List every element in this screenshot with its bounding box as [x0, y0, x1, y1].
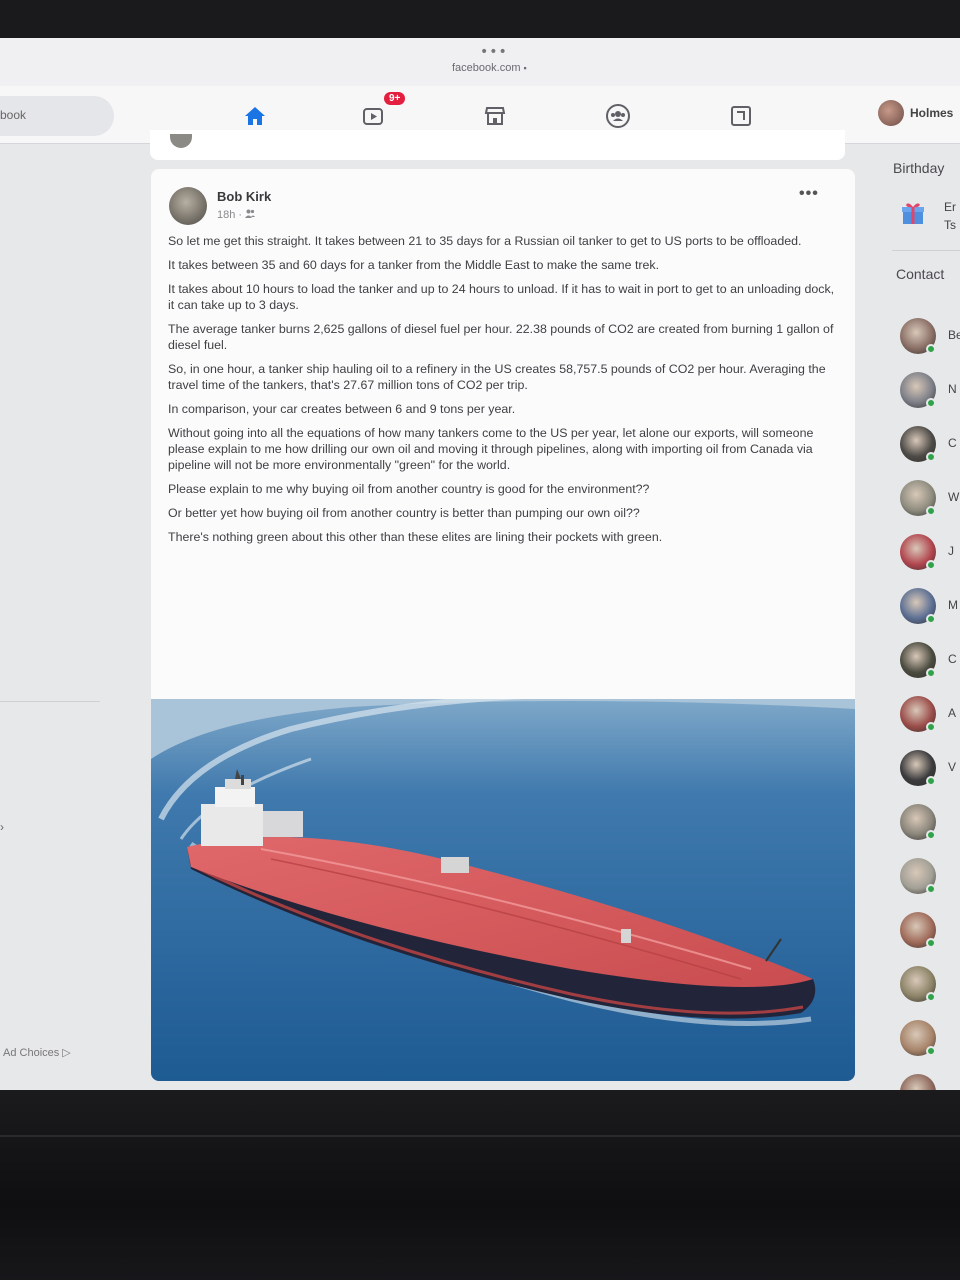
birthday-line: Er	[944, 200, 956, 214]
groups-icon[interactable]	[603, 102, 633, 130]
online-status-dot	[926, 722, 936, 732]
online-status-dot	[926, 344, 936, 354]
contact-name: M	[948, 598, 958, 612]
right-sidebar-divider	[892, 250, 960, 251]
search-placeholder: book	[0, 108, 27, 122]
contact-item[interactable]: M	[898, 586, 958, 626]
contact-name: V	[948, 760, 957, 774]
contact-item[interactable]	[898, 964, 938, 1004]
profile-avatar[interactable]	[878, 100, 904, 126]
url-text[interactable]: facebook.com ▪	[452, 62, 527, 74]
post-options-button[interactable]: •••	[799, 185, 819, 203]
online-status-dot	[926, 1046, 936, 1056]
contact-item[interactable]: N	[898, 370, 957, 410]
contact-item[interactable]: W	[898, 478, 959, 518]
post-text: So let me get this straight. It takes be…	[168, 233, 838, 553]
post-paragraph: So, in one hour, a tanker ship hauling o…	[168, 362, 826, 392]
gift-icon	[900, 200, 926, 226]
birthday-entry[interactable]: Er Ts	[944, 198, 956, 234]
marketplace-icon[interactable]	[480, 102, 510, 130]
contact-item[interactable]: V	[898, 748, 956, 788]
post-time[interactable]: 18h	[217, 209, 235, 221]
post-photo-oil-tanker[interactable]	[151, 699, 855, 1081]
post-meta: 18h ·	[217, 209, 256, 221]
contact-name: W	[948, 490, 960, 504]
watch-badge: 9+	[384, 92, 406, 105]
contact-item[interactable]	[898, 910, 938, 950]
browser-menu-dots[interactable]: •••	[480, 44, 508, 60]
birthdays-heading: Birthday	[893, 160, 945, 176]
online-status-dot	[926, 398, 936, 408]
online-status-dot	[926, 938, 936, 948]
post-author[interactable]: Bob Kirk	[217, 189, 271, 204]
online-status-dot	[926, 614, 936, 624]
left-sidebar-divider	[0, 701, 100, 702]
browser-url-bar[interactable]: ••• facebook.com ▪	[0, 38, 960, 86]
device-bezel-bottom	[0, 1090, 960, 1280]
post-paragraph: Or better yet how buying oil from anothe…	[168, 506, 640, 520]
screen: ••• facebook.com ▪ book 9+ Holmes › Ad C…	[0, 38, 960, 1092]
contact-name: A	[948, 706, 957, 720]
home-icon[interactable]	[240, 102, 270, 130]
previous-post-card	[150, 130, 845, 160]
author-avatar[interactable]	[169, 187, 207, 225]
contact-item[interactable]	[898, 1072, 938, 1092]
post-paragraph: Please explain to me why buying oil from…	[168, 482, 650, 496]
url-domain: facebook.com	[452, 62, 521, 74]
online-status-dot	[926, 884, 936, 894]
online-status-dot	[926, 992, 936, 1002]
contact-item[interactable]	[898, 802, 938, 842]
contact-item[interactable]: C	[898, 424, 957, 464]
online-status-dot	[926, 830, 936, 840]
post-paragraph: There's nothing green about this other t…	[168, 530, 663, 544]
feed-post: Bob Kirk 18h · ••• So let me get this st…	[151, 169, 855, 1081]
online-status-dot	[926, 776, 936, 786]
device-bezel-top	[0, 0, 960, 40]
device-edge	[0, 1135, 960, 1137]
online-status-dot	[926, 452, 936, 462]
post-paragraph: So let me get this straight. It takes be…	[168, 234, 802, 248]
post-paragraph: In comparison, your car creates between …	[168, 402, 516, 416]
profile-name[interactable]: Holmes	[910, 106, 953, 120]
post-paragraph: The average tanker burns 2,625 gallons o…	[168, 322, 834, 352]
left-sidebar-arrow[interactable]: ›	[0, 820, 4, 834]
contact-name: N	[948, 382, 957, 396]
watch-icon[interactable]	[359, 102, 389, 130]
post-paragraph: It takes about 10 hours to load the tank…	[168, 282, 835, 312]
contact-name: Be	[948, 328, 960, 342]
ad-choices-link[interactable]: Ad Choices ▷	[3, 1046, 71, 1059]
contact-item[interactable]: Be	[898, 316, 960, 356]
online-status-dot	[926, 506, 936, 516]
contact-item[interactable]: C	[898, 640, 957, 680]
gaming-icon[interactable]	[726, 102, 756, 130]
contact-item[interactable]	[898, 1018, 938, 1058]
friends-icon	[245, 209, 256, 221]
online-status-dot	[926, 668, 936, 678]
contact-name: J	[948, 544, 954, 558]
lock-icon: ▪	[523, 63, 527, 73]
post-paragraph: Without going into all the equations of …	[168, 426, 814, 472]
contact-name: C	[948, 652, 957, 666]
contact-item[interactable]	[898, 856, 938, 896]
search-input[interactable]: book	[0, 96, 114, 136]
contact-name: C	[948, 436, 957, 450]
contact-item[interactable]: A	[898, 694, 956, 734]
post-paragraph: It takes between 35 and 60 days for a ta…	[168, 258, 660, 272]
contact-item[interactable]: J	[898, 532, 954, 572]
previous-post-avatar	[170, 134, 192, 148]
birthday-line: Ts	[944, 218, 956, 232]
contacts-heading: Contact	[896, 266, 945, 282]
online-status-dot	[926, 560, 936, 570]
